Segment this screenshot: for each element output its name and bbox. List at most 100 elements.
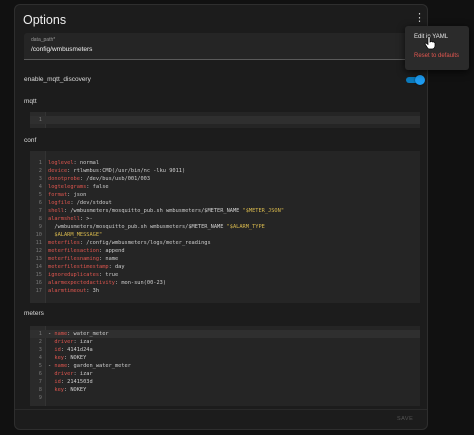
code-line[interactable]: 2 driver: izar xyxy=(30,338,420,346)
code-text[interactable]: key: NOKEY xyxy=(48,354,86,362)
code-text[interactable]: logfile: /dev/stdout xyxy=(48,199,112,207)
code-text[interactable]: key: NOKEY xyxy=(48,386,86,394)
code-text[interactable]: /wmbusmeters/mosquitto_pub.sh wmbusmeter… xyxy=(48,223,265,231)
code-line[interactable]: 6 driver: izar xyxy=(30,370,420,378)
code-line[interactable]: 3 donotprobe: /dev/bus/usb/001/003 xyxy=(30,175,420,183)
line-number: 1 xyxy=(38,117,42,123)
yaml-key: ignoreduplicates xyxy=(48,272,100,278)
line-number: 3 xyxy=(38,176,42,182)
code-text[interactable]: alarmshell: >- xyxy=(48,215,93,223)
yaml-value: : /wmbusmeters/mosquitto_pub.sh wmbusmet… xyxy=(63,208,243,214)
code-line[interactable]: 14 meterfilestimestamp: day xyxy=(30,263,420,271)
code-line[interactable]: 15 ignoreduplicates: true xyxy=(30,271,420,279)
line-number: 17 xyxy=(35,288,42,294)
code-line[interactable]: 5 - name: garden_water_meter xyxy=(30,362,420,370)
code-line[interactable]: 11 meterfiles: /config/wmbusmeters/logs/m… xyxy=(30,239,420,247)
code-line[interactable]: 4 key: NOKEY xyxy=(30,354,420,362)
yaml-key: meterfilestimestamp xyxy=(48,264,109,270)
yaml-key: device xyxy=(48,168,68,174)
code-line[interactable]: 9 /wmbusmeters/mosquitto_pub.sh wmbusmet… xyxy=(30,223,420,231)
code-line[interactable]: 5 format: json xyxy=(30,191,420,199)
code-text[interactable]: donotprobe: /dev/bus/usb/001/003 xyxy=(48,175,150,183)
line-number: 2 xyxy=(38,168,42,174)
card-title: Options xyxy=(23,13,67,27)
code-text[interactable]: $ALARM_MESSAGE" xyxy=(48,231,102,239)
code-line[interactable]: 1 loglevel: normal xyxy=(30,159,420,167)
line-number: 11 xyxy=(35,240,42,246)
save-button[interactable]: SAVE xyxy=(397,416,413,422)
code-text[interactable]: device: rtlwmbus:CMD(/usr/bin/nc -lku 90… xyxy=(48,167,185,175)
yaml-key: meterfilesnaming xyxy=(48,256,100,262)
line-number: 5 xyxy=(38,363,42,369)
code-line[interactable]: 8 key: NOKEY xyxy=(30,386,420,394)
hand-pointer-icon xyxy=(424,36,436,50)
code-text[interactable]: driver: izar xyxy=(48,338,92,346)
options-menu: Edit in YAML Reset to defaults xyxy=(405,26,469,70)
code-line[interactable]: 3 id: 4141d24a xyxy=(30,346,420,354)
code-text[interactable]: loglevel: normal xyxy=(48,159,99,167)
code-text[interactable]: id: 2141503d xyxy=(48,378,93,386)
yaml-value: : false xyxy=(86,184,109,190)
yaml-value: : day xyxy=(108,264,125,270)
code-text[interactable]: shell: /wmbusmeters/mosquitto_pub.sh wmb… xyxy=(48,207,284,215)
line-number: 12 xyxy=(35,248,42,254)
code-line[interactable]: 17 alarmtimeout: 3h xyxy=(30,287,420,295)
yaml-value: : water_meter xyxy=(67,331,109,337)
code-line[interactable]: 1 - name: water_meter xyxy=(30,330,420,338)
code-line[interactable]: 7 shell: /wmbusmeters/mosquitto_pub.sh wm… xyxy=(30,207,420,215)
line-number: 13 xyxy=(35,256,42,262)
code-text[interactable]: meterfilesaction: append xyxy=(48,247,125,255)
code-text[interactable]: alarmexpectedactivity: mon-sun(00-23) xyxy=(48,279,166,287)
data-path-input[interactable]: /config/wmbusmeters xyxy=(31,46,92,53)
data-path-label: data_path* xyxy=(31,37,56,43)
line-number: 9 xyxy=(38,395,42,401)
more-vertical-icon[interactable]: ⋮ xyxy=(414,11,425,25)
line-number: 5 xyxy=(38,192,42,198)
code-line[interactable]: 10 $ALARM_MESSAGE" xyxy=(30,231,420,239)
code-text[interactable]: alarmtimeout: 3h xyxy=(48,287,99,295)
code-line[interactable]: 13 meterfilesnaming: name xyxy=(30,255,420,263)
line-number: 8 xyxy=(38,216,42,222)
code-text[interactable]: meterfilesnaming: name xyxy=(48,255,118,263)
yaml-key: format xyxy=(48,192,68,198)
yaml-value: : 2141503d xyxy=(60,379,93,385)
yaml-key: driver xyxy=(54,371,74,377)
code-line[interactable]: 2 device: rtlwmbus:CMD(/usr/bin/nc -lku 9… xyxy=(30,167,420,175)
code-line[interactable]: 8 alarmshell: >- xyxy=(30,215,420,223)
yaml-value: : json xyxy=(67,192,87,198)
line-number: 10 xyxy=(35,232,42,238)
line-number: 2 xyxy=(38,339,42,345)
code-line[interactable]: 1 xyxy=(30,116,420,124)
yaml-key: donotprobe xyxy=(48,176,80,182)
yaml-value: : NOKEY xyxy=(63,355,87,361)
code-text[interactable]: id: 4141d24a xyxy=(48,346,92,354)
yaml-string: $ALARM_MESSAGE" xyxy=(48,232,103,238)
code-text[interactable]: meterfilestimestamp: day xyxy=(48,263,125,271)
code-text[interactable]: meterfiles: /config/wmbusmeters/logs/met… xyxy=(48,239,211,247)
code-text[interactable]: format: json xyxy=(48,191,86,199)
yaml-value: : mon-sun(00-23) xyxy=(114,280,167,286)
code-line[interactable]: 7 id: 2141503d xyxy=(30,378,420,386)
conf-editor[interactable]: 1 loglevel: normal 2 device: rtlwmbus:CMD(/… xyxy=(30,151,420,303)
data-path-field[interactable]: data_path* /config/wmbusmeters xyxy=(24,33,420,60)
reset-to-defaults-menu-item[interactable]: Reset to defaults xyxy=(414,53,459,59)
code-line[interactable]: 12 meterfilesaction: append xyxy=(30,247,420,255)
meters-editor[interactable]: 1- name: water_meter 2 driver: izar 3 id: … xyxy=(30,326,420,406)
code-line[interactable]: 4 logtelegrams: false xyxy=(30,183,420,191)
code-text[interactable]: - name: garden_water_meter xyxy=(48,362,131,370)
yaml-value: : /config/wmbusmeters/logs/meter_reading… xyxy=(79,240,211,246)
mqtt-editor[interactable]: 1 xyxy=(30,112,420,128)
code-line[interactable]: 16 alarmexpectedactivity: mon-sun(00-23) xyxy=(30,279,420,287)
meters-label: meters xyxy=(24,310,44,317)
line-number: 7 xyxy=(38,208,42,214)
code-text[interactable]: - name: water_meter xyxy=(48,330,109,338)
yaml-key: name xyxy=(54,331,68,337)
code-line[interactable]: 6 logfile: /dev/stdout xyxy=(30,199,420,207)
yaml-key: logtelegrams xyxy=(48,184,87,190)
code-text[interactable]: logtelegrams: false xyxy=(48,183,109,191)
mqtt-discovery-switch-thumb[interactable] xyxy=(415,75,425,85)
code-text[interactable]: ignoreduplicates: true xyxy=(48,271,118,279)
code-text[interactable]: driver: izar xyxy=(48,370,92,378)
code-line[interactable]: 9 xyxy=(30,394,420,402)
yaml-value: : append xyxy=(99,248,125,254)
